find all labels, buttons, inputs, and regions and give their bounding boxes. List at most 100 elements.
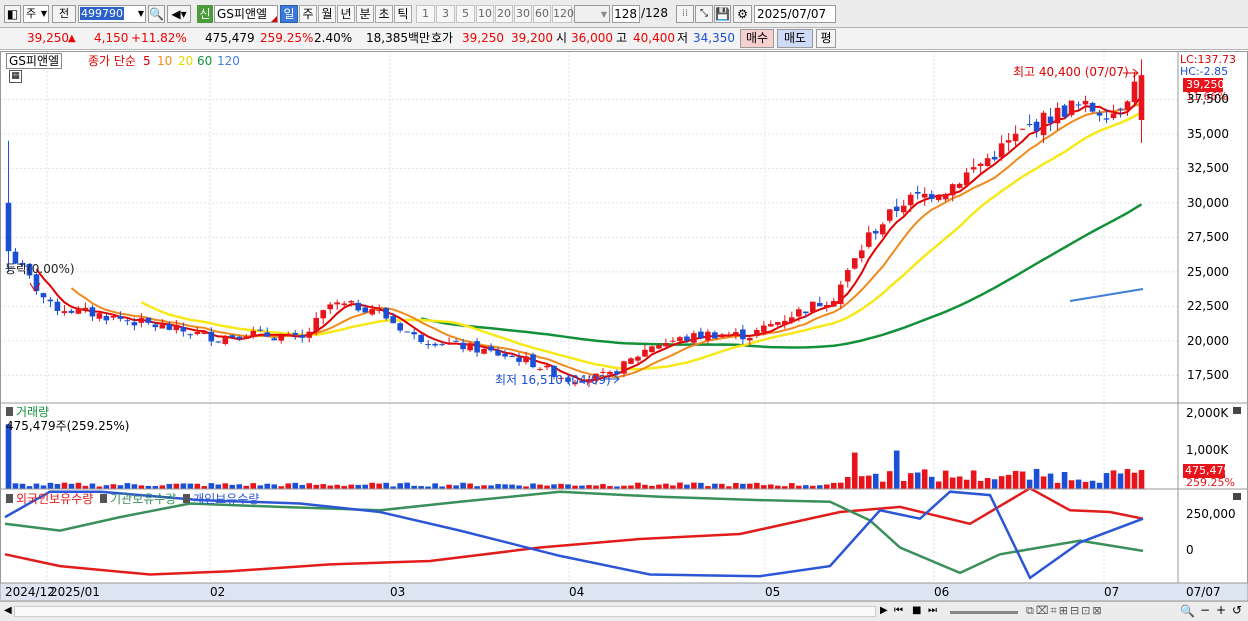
forward-icon[interactable]: ⏭: [928, 604, 937, 618]
interval-1[interactable]: 1: [416, 5, 435, 23]
code-input[interactable]: 499790 ▼: [78, 5, 146, 23]
x-label-02: 02: [210, 585, 226, 599]
candle-body: [509, 355, 515, 357]
candle-body: [1005, 140, 1012, 143]
search-icon[interactable]: 🔍: [148, 5, 165, 23]
eval-button[interactable]: 평: [816, 29, 836, 48]
scroll-right-icon[interactable]: ▶: [880, 604, 888, 618]
candle-body: [740, 329, 746, 340]
grid-dots-icon[interactable]: ⁞⁞: [676, 5, 694, 23]
toolbar: ◧ 주 ▼ 전 499790 ▼ 🔍 ◀▾ 신 GS피앤엘 일 주 월 년 분 초 …: [0, 0, 1248, 28]
date-input[interactable]: 2025/07/07: [754, 5, 836, 23]
price-panel-title[interactable]: GS피앤엘: [6, 53, 63, 69]
volume-bar: [208, 483, 215, 489]
sell-button[interactable]: 매도: [777, 29, 813, 48]
interval-10[interactable]: 10: [476, 5, 494, 23]
volume-bar: [19, 483, 26, 489]
candle-body: [327, 304, 334, 310]
count-input[interactable]: 128: [612, 5, 640, 23]
period-minute[interactable]: 분: [356, 5, 374, 23]
volume-bar: [740, 483, 746, 489]
candle-body: [698, 331, 704, 339]
candle-body: [117, 316, 124, 319]
scrollbar-track[interactable]: [14, 606, 876, 617]
interval-5[interactable]: 5: [456, 5, 475, 23]
volume-bar: [677, 482, 683, 489]
speaker-icon[interactable]: ◀▾: [167, 5, 191, 23]
trend-line-icon[interactable]: ⤡: [695, 5, 713, 23]
candle-body: [1012, 133, 1019, 142]
interval-120[interactable]: 120: [552, 5, 574, 23]
candle-body: [54, 301, 61, 311]
gear-icon[interactable]: ⚙: [733, 5, 752, 23]
volume-bar: [257, 485, 264, 489]
period-second[interactable]: 초: [375, 5, 393, 23]
ma120-label: 120: [217, 54, 240, 68]
legend-individual[interactable]: 개인보유수량: [193, 492, 259, 506]
chart-tools-icons[interactable]: ⧉⌧⌗⊞⊟⊡⊠: [1026, 604, 1104, 618]
volume-bar: [1012, 470, 1019, 489]
period-year[interactable]: 년: [337, 5, 355, 23]
volume-bar: [754, 482, 760, 489]
ma60-label: 60: [197, 54, 213, 68]
candle-body: [1019, 128, 1026, 130]
period-week[interactable]: 주: [299, 5, 317, 23]
period-day[interactable]: 일: [280, 5, 298, 23]
interval-20[interactable]: 20: [495, 5, 513, 23]
volume-bar: [516, 485, 522, 489]
ma-label: 종가 단순: [88, 54, 136, 68]
candle-body: [851, 258, 858, 269]
candle-body: [1040, 112, 1047, 136]
volume-bar: [159, 485, 166, 489]
price-change: 4,150: [94, 31, 129, 45]
volume-bar: [236, 484, 243, 489]
volume-bar: [837, 482, 844, 489]
interval-30[interactable]: 30: [514, 5, 532, 23]
volume-bar: [872, 473, 879, 489]
candle-body: [376, 310, 382, 312]
volume-bar: [1061, 472, 1068, 489]
period-tick[interactable]: 틱: [394, 5, 412, 23]
buy-button[interactable]: 매수: [740, 29, 774, 48]
volume-panel-title[interactable]: 거래량: [6, 405, 49, 419]
market-select[interactable]: 주 ▼: [23, 5, 49, 23]
volume-bar: [1124, 469, 1131, 489]
table-icon[interactable]: ▦: [9, 70, 22, 83]
candle-body: [201, 332, 208, 334]
period-month[interactable]: 월: [318, 5, 336, 23]
candle-body: [264, 332, 271, 337]
reset-icon[interactable]: ↺: [1232, 603, 1242, 617]
candle-body: [320, 310, 327, 319]
interval-60[interactable]: 60: [533, 5, 551, 23]
high-annotation: 최고 40,400 (07/07): [1013, 65, 1129, 79]
prev-button[interactable]: 전: [52, 5, 76, 23]
interval-select[interactable]: ▼: [574, 5, 610, 23]
rewind-icon[interactable]: ⏮: [894, 604, 903, 618]
price-change-pct: +11.82%: [131, 31, 187, 45]
candle-body: [194, 332, 201, 335]
zoom-icon[interactable]: 🔍: [1180, 604, 1195, 618]
candle-body: [991, 156, 998, 160]
volume-bar: [404, 482, 410, 489]
volume-bar: [684, 484, 690, 489]
candle-body: [656, 345, 662, 349]
stock-name[interactable]: GS피앤엘: [214, 5, 278, 23]
scroll-left-icon[interactable]: ◀: [4, 604, 12, 618]
window-menu-icon[interactable]: ◧: [4, 5, 21, 23]
zoom-in-icon[interactable]: +: [1216, 603, 1226, 617]
zoom-slider[interactable]: [950, 611, 1018, 614]
zoom-out-icon[interactable]: −: [1200, 603, 1210, 617]
candle-body: [1110, 113, 1117, 119]
candle-body: [977, 163, 984, 166]
volume-bar: [355, 484, 361, 489]
volume-bar: [858, 476, 865, 489]
interval-3[interactable]: 3: [436, 5, 455, 23]
stop-icon[interactable]: ■: [912, 604, 921, 618]
legend-foreign[interactable]: 외국인보유수량: [16, 492, 93, 506]
volume-bar: [956, 476, 963, 489]
legend-institution[interactable]: 기관보유수량: [110, 492, 176, 506]
candle-body: [47, 299, 54, 302]
save-icon[interactable]: 💾: [714, 5, 731, 23]
chart-canvas[interactable]: [0, 51, 1248, 621]
candle-body: [886, 209, 893, 221]
